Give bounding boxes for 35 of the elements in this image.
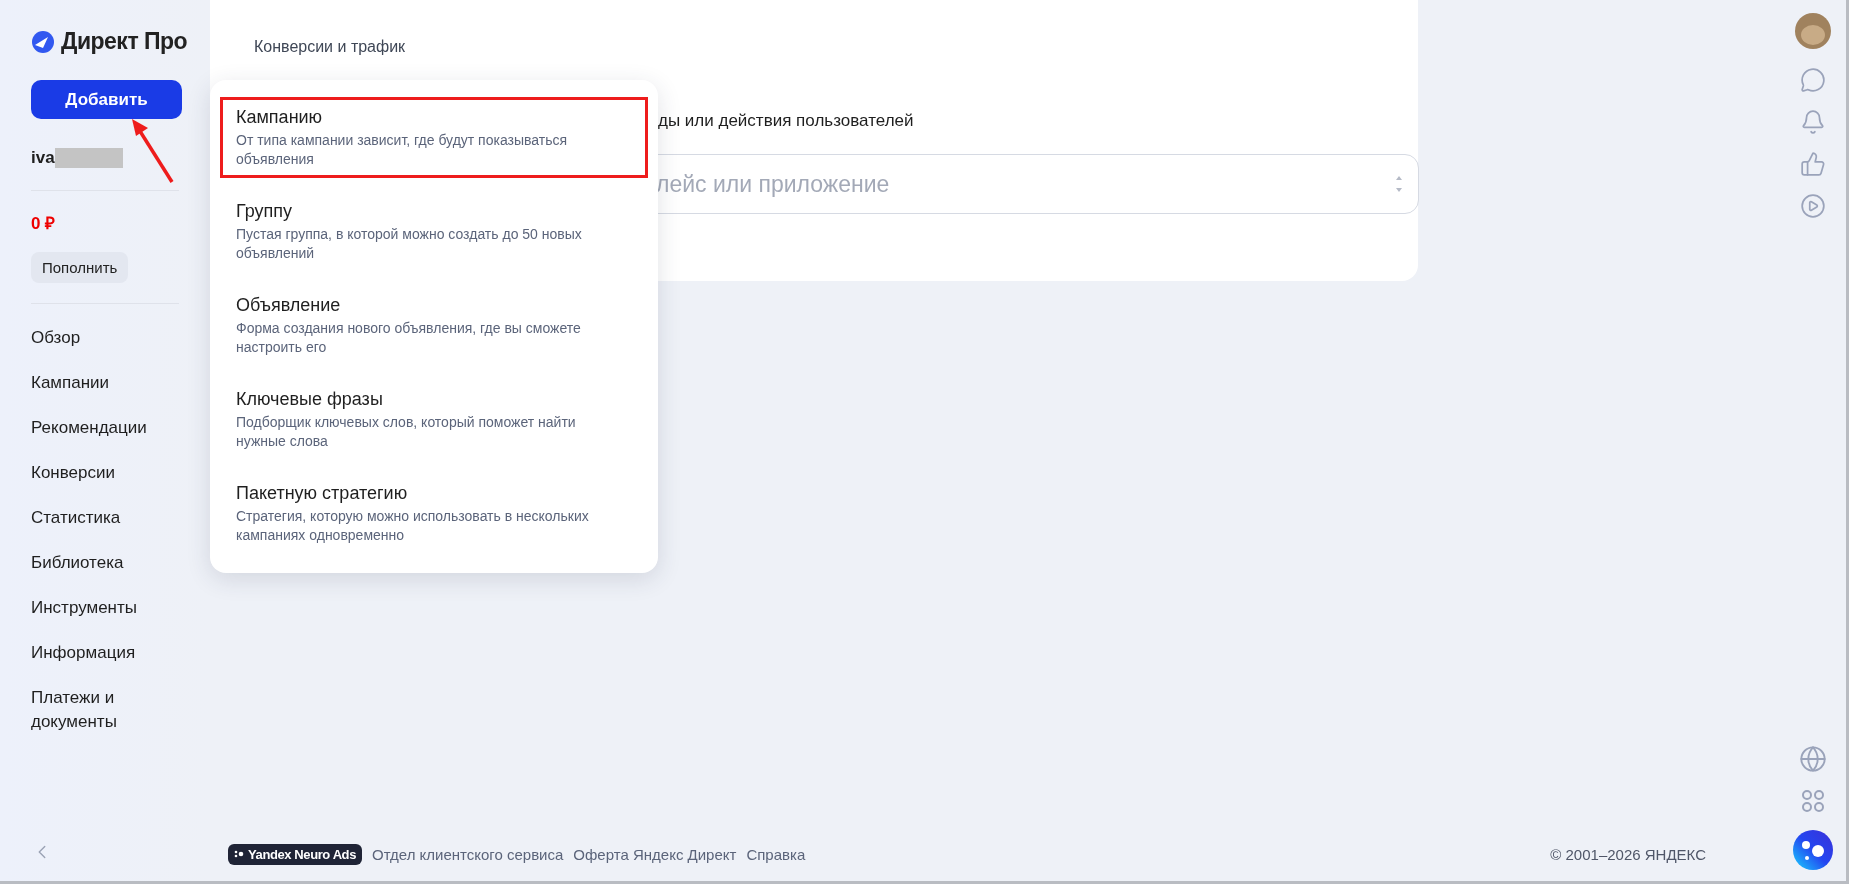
balance: 0 ₽ [31, 213, 57, 234]
logo-icon [31, 29, 55, 54]
nav-item[interactable]: Статистика [31, 506, 171, 530]
assistant-button[interactable] [1792, 829, 1834, 871]
footer-link[interactable]: Оферта Яндекс Директ [573, 845, 737, 863]
chat-icon[interactable] [1800, 67, 1826, 93]
copyright: © 2001–2026 ЯНДЕКС [1550, 845, 1706, 863]
apps-grid-icon[interactable] [1801, 789, 1825, 813]
thumbs-up-icon[interactable] [1800, 151, 1826, 177]
redaction-bar [54, 148, 123, 168]
product-badge[interactable]: Yandex Neuro Ads [228, 843, 362, 865]
top-up-button[interactable]: Пополнить [31, 252, 129, 283]
add-button[interactable]: Добавить [31, 80, 182, 119]
username: iva [31, 148, 55, 168]
avatar[interactable] [1795, 13, 1831, 49]
nav-item[interactable]: Информация [31, 641, 171, 665]
nav-item[interactable]: Рекомендации [31, 416, 171, 440]
footer-link[interactable]: Отдел клиентского сервиса [372, 845, 564, 863]
menu-item[interactable]: Объявление Форма создания нового объявления, где вы сможете настроить его [220, 285, 648, 366]
nav-item[interactable]: Инструменты [31, 596, 171, 620]
menu-item[interactable]: Ключевые фразы Подборщик ключевых слов, который поможет найти нужные слова [220, 379, 648, 460]
nav-item[interactable]: Кампании [31, 371, 171, 395]
subtitle: ды или действия пользователей [658, 111, 914, 131]
menu-item[interactable]: Кампанию От типа кампании зависит, где будут показываться объявления [220, 97, 648, 178]
bell-icon[interactable] [1800, 109, 1826, 135]
nav-item[interactable]: Конверсии [31, 461, 171, 485]
footer-link[interactable]: Справка [746, 845, 806, 863]
play-icon[interactable] [1800, 193, 1826, 219]
breadcrumb[interactable]: Конверсии и трафик [254, 38, 406, 56]
logo-text: Директ Про [61, 28, 188, 55]
globe-icon[interactable] [1799, 745, 1827, 773]
menu-item[interactable]: Пакетную стратегию Стратегия, которую можно использовать в нескольких кампаниях одновременно [220, 473, 648, 554]
nav-item[interactable]: Обзор [31, 326, 171, 350]
nav-item[interactable]: Платежи и документы [31, 686, 171, 734]
nav-item[interactable]: Библиотека [31, 551, 171, 575]
